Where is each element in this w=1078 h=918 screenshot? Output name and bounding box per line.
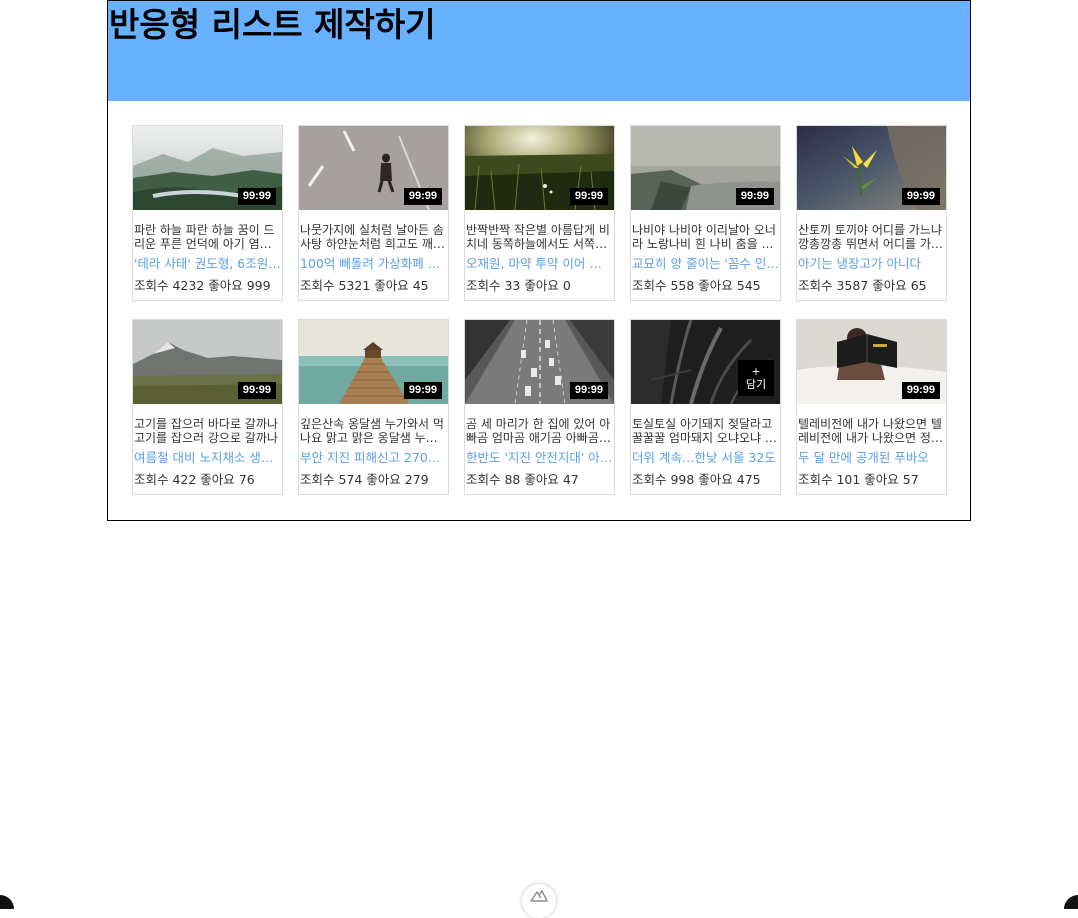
add-to-list-button[interactable]: + 담기	[738, 360, 774, 396]
video-headline-link[interactable]: 여름철 대비 노지채소 생육관리	[134, 450, 281, 466]
video-stats: 조회수 574 좋아요 279	[300, 472, 429, 487]
video-headline-link[interactable]: 아기는 냉장고가 아니다	[798, 256, 945, 272]
duration-badge: 99:99	[735, 188, 774, 205]
video-stats: 조회수 5321 좋아요 45	[300, 278, 429, 293]
plus-icon: +	[751, 365, 761, 378]
video-card[interactable]: 99:99 텔레비전에 내가 나왔으면 텔레비전에 내가 나왔으면 정말 좋겠네…	[796, 319, 947, 495]
video-stats: 조회수 998 좋아요 475	[632, 472, 761, 487]
video-description: 고기를 잡으러 바다로 갈까나 고기를 잡으러 강으로 갈까나	[134, 417, 278, 445]
video-card[interactable]: 99:99 나뭇가지에 실처럼 날아든 솜사탕 하얀눈처럼 희고도 깨끗한 솜사…	[298, 125, 449, 301]
video-list: 99:99 파란 하늘 파란 하늘 꿈이 드리운 푸른 언덕에 아기 염소 여럿…	[132, 125, 948, 495]
video-card[interactable]: 99:99 깊은산속 옹달샘 누가와서 먹나요 맑고 맑은 옹달샘 누가와서 먹…	[298, 319, 449, 495]
video-stats: 조회수 101 좋아요 57	[798, 472, 919, 487]
duration-badge: 99:99	[403, 382, 442, 399]
video-description: 깊은산속 옹달샘 누가와서 먹나요 맑고 맑은 옹달샘 누가와서 먹나요	[300, 417, 444, 445]
video-card[interactable]: 99:99 파란 하늘 파란 하늘 꿈이 드리운 푸른 언덕에 아기 염소 여럿…	[132, 125, 283, 301]
video-stats: 조회수 33 좋아요 0	[466, 278, 571, 293]
video-thumbnail[interactable]: 99:99	[631, 126, 780, 210]
video-stats: 조회수 422 좋아요 76	[134, 472, 255, 487]
video-card[interactable]: 99:99 나비야 나비야 이리날아 오너라 노랑나비 흰 나비 춤을 추며 오…	[630, 125, 781, 301]
duration-badge: 99:99	[569, 382, 608, 399]
add-button-label: 담기	[745, 378, 767, 391]
window-corner-left	[0, 895, 14, 909]
video-headline-link[interactable]: 교묘히 양 줄이는 '꼼수 인상'	[632, 256, 779, 272]
video-headline-link[interactable]: '테라 사태' 권도형, 6조원 규모 집단소송	[134, 256, 281, 272]
video-thumbnail[interactable]: 99:99	[465, 320, 614, 404]
devtools-badge[interactable]	[522, 884, 556, 918]
video-card[interactable]: 99:99 곰 세 마리가 한 집에 있어 아빠곰 엄마곰 애기곰 아빠곰은 뚱…	[464, 319, 615, 495]
duration-badge: 99:99	[569, 188, 608, 205]
video-headline-link[interactable]: 100억 빼돌려 가상화폐 투자	[300, 256, 447, 272]
video-description: 텔레비전에 내가 나왔으면 텔레비전에 내가 나왔으면 정말 좋겠네	[798, 417, 942, 445]
mountain-logo-icon	[530, 890, 548, 902]
video-headline-link[interactable]: 두 달 만에 공개된 푸바오	[798, 450, 945, 466]
video-card[interactable]: 99:99 반짝반짝 작은별 아름답게 비치네 동쪽하늘에서도 서쪽하늘에서도 …	[464, 125, 615, 301]
video-thumbnail[interactable]: 99:99	[299, 320, 448, 404]
duration-badge: 99:99	[901, 188, 940, 205]
page-title: 반응형 리스트 제작하기	[109, 5, 436, 44]
video-thumbnail[interactable]: 99:99	[133, 126, 282, 210]
duration-badge: 99:99	[901, 382, 940, 399]
video-stats: 조회수 4232 좋아요 999	[134, 278, 271, 293]
video-stats: 조회수 88 좋아요 47	[466, 472, 579, 487]
duration-badge: 99:99	[237, 188, 276, 205]
video-card[interactable]: 99:99 고기를 잡으러 바다로 갈까나 고기를 잡으러 강으로 갈까나 여름…	[132, 319, 283, 495]
video-description: 나비야 나비야 이리날아 오너라 노랑나비 흰 나비 춤을 추며 오너라	[632, 223, 776, 251]
video-thumbnail[interactable]: 99:99	[133, 320, 282, 404]
duration-badge: 99:99	[403, 188, 442, 205]
video-thumbnail[interactable]: + 담기	[631, 320, 780, 404]
video-thumbnail[interactable]: 99:99	[797, 126, 946, 210]
video-headline-link[interactable]: 부안 지진 피해신고 270여건	[300, 450, 447, 466]
video-description: 나뭇가지에 실처럼 날아든 솜사탕 하얀눈처럼 희고도 깨끗한 솜사탕	[300, 223, 444, 251]
video-headline-link[interactable]: 오재원, 마약 투약 이어 또다시	[466, 256, 613, 272]
video-stats: 조회수 3587 좋아요 65	[798, 278, 927, 293]
video-description: 파란 하늘 파란 하늘 꿈이 드리운 푸른 언덕에 아기 염소 여럿이 풀을 뜯…	[134, 223, 275, 251]
video-description: 반짝반짝 작은별 아름답게 비치네 동쪽하늘에서도 서쪽하늘에서도	[466, 223, 610, 251]
video-description: 토실토실 아기돼지 젖달라고 꿀꿀꿀 엄마돼지 오냐오냐 알았다고 꿀꿀꿀	[632, 417, 776, 445]
video-headline-link[interactable]: 더위 계속…한낮 서울 32도	[632, 450, 779, 466]
video-thumbnail[interactable]: 99:99	[797, 320, 946, 404]
video-headline-link[interactable]: 한반도 '지진 안전지대' 아니다	[466, 450, 613, 466]
video-card[interactable]: 99:99 산토끼 토끼야 어디를 가느냐 깡총깡총 뛰면서 어디를 가느냐 아…	[796, 125, 947, 301]
video-thumbnail[interactable]: 99:99	[299, 126, 448, 210]
page-frame: 반응형 리스트 제작하기 99:99 파란 하늘 파란 하늘 꿈이 드리운 푸른…	[107, 0, 971, 521]
duration-badge: 99:99	[237, 382, 276, 399]
video-thumbnail[interactable]: 99:99	[465, 126, 614, 210]
page-header: 반응형 리스트 제작하기	[108, 1, 970, 101]
video-description: 곰 세 마리가 한 집에 있어 아빠곰 엄마곰 애기곰 아빠곰은 뚱뚱해	[466, 417, 611, 445]
video-card[interactable]: + 담기 토실토실 아기돼지 젖달라고 꿀꿀꿀 엄마돼지 오냐오냐 알았다고 꿀…	[630, 319, 781, 495]
video-stats: 조회수 558 좋아요 545	[632, 278, 761, 293]
video-description: 산토끼 토끼야 어디를 가느냐 깡총깡총 뛰면서 어디를 가느냐	[798, 223, 942, 251]
window-corner-right	[1064, 895, 1078, 909]
